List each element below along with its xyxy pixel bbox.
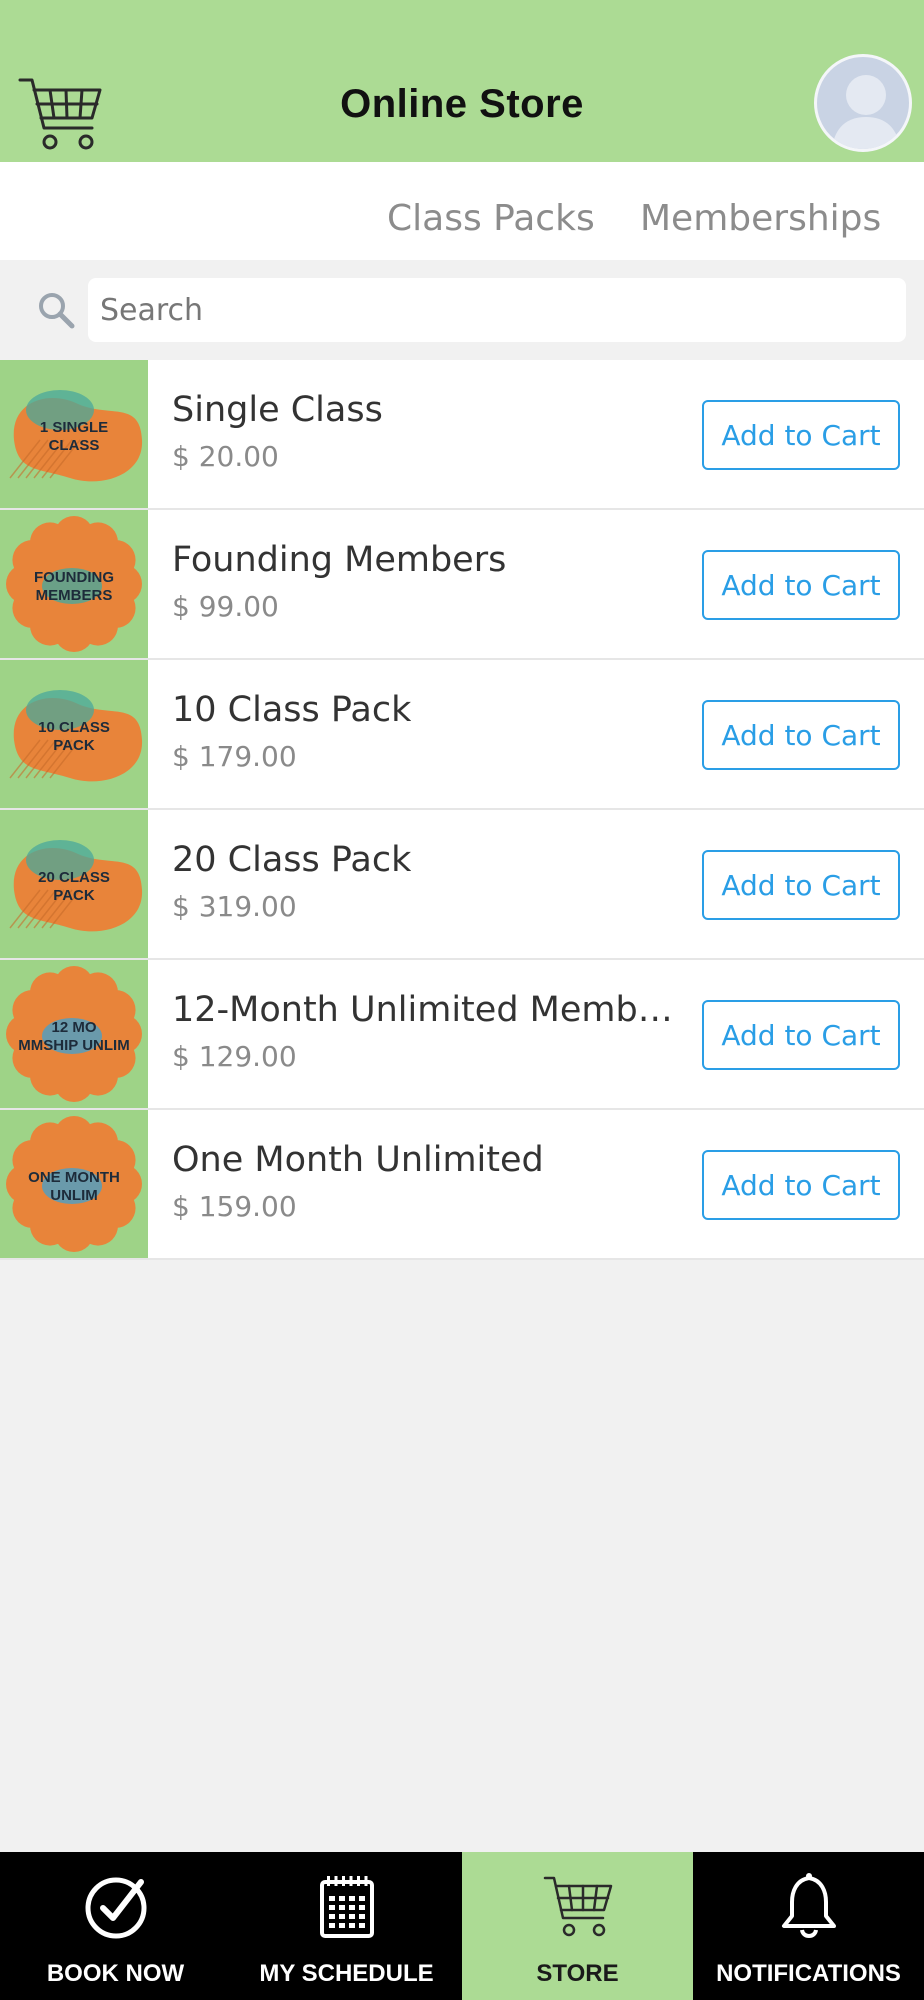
- thumbnail-text-line1: FOUNDING: [34, 569, 114, 586]
- bottom-nav: BOOK NOW MY SCHEDULE STORE NOTIFICATIONS: [0, 1852, 924, 2000]
- product-name: Single Class: [172, 390, 383, 430]
- thumbnail-text-line1: 10 CLASS: [38, 719, 110, 736]
- search-input[interactable]: [88, 278, 906, 342]
- check-circle-icon: [85, 1877, 146, 1939]
- thumbnail-text-line2: PACK: [53, 737, 95, 754]
- category-tabs: Class Packs Memberships: [0, 162, 924, 260]
- product-price: $ 159.00: [172, 1190, 297, 1223]
- product-row[interactable]: 1 SINGLE CLASS Single Class $ 20.00 Add to C…: [0, 360, 924, 510]
- add-to-cart-button[interactable]: Add to Cart: [702, 550, 900, 620]
- product-thumbnail: ONE MONTH UNLIM: [0, 1110, 148, 1258]
- person-silhouette-icon: [831, 75, 901, 149]
- product-name: 12-Month Unlimited Membe...: [172, 990, 684, 1030]
- nav-my-schedule[interactable]: MY SCHEDULE: [231, 1852, 462, 2000]
- product-thumbnail: 12 MO MMSHIP UNLIM: [0, 960, 148, 1108]
- product-price: $ 20.00: [172, 440, 279, 473]
- product-price: $ 319.00: [172, 890, 297, 923]
- thumbnail-text-line2: UNLIM: [50, 1187, 98, 1204]
- nav-book-now[interactable]: BOOK NOW: [0, 1852, 231, 2000]
- thumbnail-text-line1: 12 MO: [51, 1019, 96, 1036]
- add-to-cart-button[interactable]: Add to Cart: [702, 1000, 900, 1070]
- add-to-cart-button[interactable]: Add to Cart: [702, 700, 900, 770]
- product-row[interactable]: 20 CLASS PACK 20 Class Pack $ 319.00 Add to …: [0, 810, 924, 960]
- product-row[interactable]: 12 MO MMSHIP UNLIM 12-Month Unlimited Memb…: [0, 960, 924, 1110]
- search-bar: [0, 260, 924, 360]
- thumbnail-text-line2: MMSHIP UNLIM: [18, 1037, 129, 1054]
- product-thumbnail: FOUNDING MEMBERS: [0, 510, 148, 658]
- product-name: One Month Unlimited: [172, 1140, 544, 1180]
- product-price: $ 99.00: [172, 590, 279, 623]
- product-thumbnail: 10 CLASS PACK: [0, 660, 148, 808]
- nav-label: BOOK NOW: [46, 1960, 185, 1987]
- nav-label: MY SCHEDULE: [259, 1960, 434, 1987]
- nav-store[interactable]: STORE: [462, 1852, 693, 2000]
- product-thumbnail: 20 CLASS PACK: [0, 810, 148, 958]
- cart-icon: [543, 1876, 612, 1937]
- thumbnail-text-line1: 1 SINGLE: [40, 419, 108, 436]
- nav-notifications[interactable]: NOTIFICATIONS: [693, 1852, 924, 2000]
- calendar-icon: [319, 1876, 374, 1938]
- add-to-cart-button[interactable]: Add to Cart: [702, 850, 900, 920]
- product-row[interactable]: 10 CLASS PACK 10 Class Pack $ 179.00 Add to …: [0, 660, 924, 810]
- page-title: Online Store: [340, 82, 584, 126]
- product-row[interactable]: FOUNDING MEMBERS Founding Members $ 99.00 Ad…: [0, 510, 924, 660]
- thumbnail-text-line2: CLASS: [49, 437, 100, 454]
- thumbnail-text-line1: ONE MONTH: [28, 1169, 120, 1186]
- add-to-cart-button[interactable]: Add to Cart: [702, 1150, 900, 1220]
- product-name: 10 Class Pack: [172, 690, 412, 730]
- add-to-cart-button[interactable]: Add to Cart: [702, 400, 900, 470]
- nav-label: NOTIFICATIONS: [716, 1960, 901, 1987]
- search-icon: [39, 293, 75, 329]
- nav-label: STORE: [536, 1960, 619, 1987]
- app-header: Online Store: [0, 0, 924, 162]
- product-name: Founding Members: [172, 540, 507, 580]
- user-avatar[interactable]: [814, 54, 912, 152]
- product-name: 20 Class Pack: [172, 840, 412, 880]
- thumbnail-text-line2: PACK: [53, 887, 95, 904]
- product-price: $ 179.00: [172, 740, 297, 773]
- product-row[interactable]: ONE MONTH UNLIM One Month Unlimited $ 159.0…: [0, 1110, 924, 1260]
- product-list: 1 SINGLE CLASS Single Class $ 20.00 Add to C…: [0, 360, 924, 1260]
- product-thumbnail: 1 SINGLE CLASS: [0, 360, 148, 508]
- thumbnail-text-line2: MEMBERS: [36, 587, 113, 604]
- tab-memberships[interactable]: Memberships: [640, 198, 881, 239]
- tab-class-packs[interactable]: Class Packs: [387, 198, 595, 239]
- bell-icon: [781, 1873, 836, 1938]
- product-price: $ 129.00: [172, 1040, 297, 1073]
- thumbnail-text-line1: 20 CLASS: [38, 869, 110, 886]
